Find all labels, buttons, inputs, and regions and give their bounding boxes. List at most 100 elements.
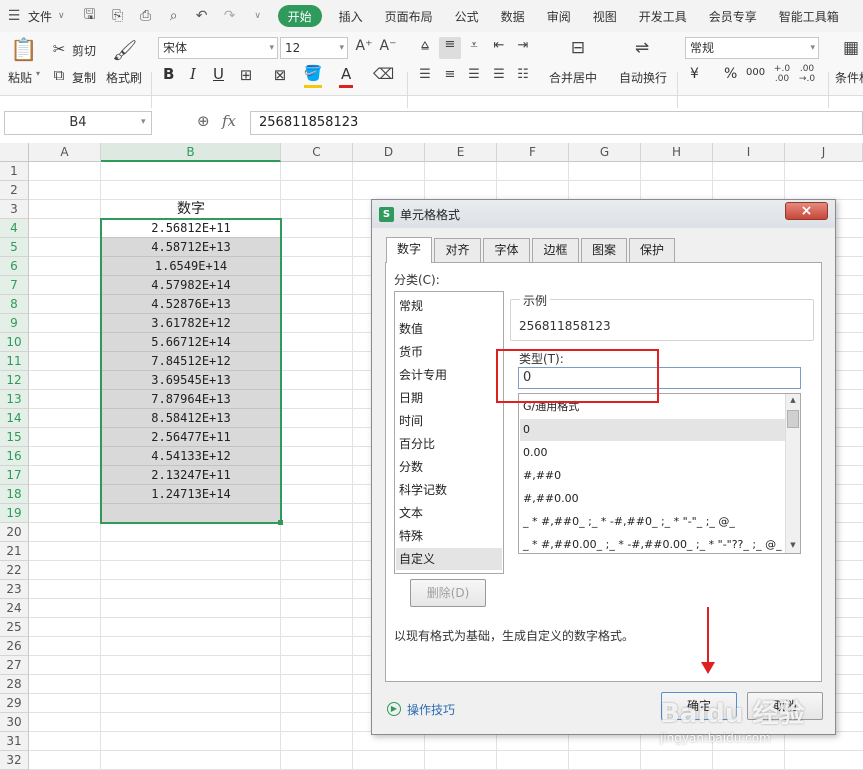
align-middle-icon[interactable]: ≡	[439, 37, 461, 59]
column-header-c[interactable]: C	[281, 143, 353, 162]
category-item[interactable]: 分数	[399, 456, 423, 478]
row-header-16[interactable]: 16	[0, 447, 29, 466]
tab-review[interactable]: 审阅	[536, 0, 582, 32]
decrease-font-icon[interactable]: A⁻	[378, 38, 398, 54]
category-item[interactable]: 会计专用	[399, 364, 447, 386]
copy-button[interactable]: 复制	[72, 69, 96, 86]
currency-button[interactable]: ¥	[690, 66, 699, 82]
name-box[interactable]: B4	[4, 111, 152, 135]
align-bottom-icon[interactable]: ⩡	[465, 38, 483, 53]
file-menu[interactable]: 文件 ∨	[28, 0, 76, 32]
cell-b13[interactable]: 7.87964E+13	[101, 390, 281, 409]
category-item[interactable]: 文本	[399, 502, 423, 524]
format-code-item[interactable]: #,##0	[523, 465, 561, 487]
cell-b17[interactable]: 2.13247E+11	[101, 466, 281, 485]
dialog-title-bar[interactable]: S 单元格格式 ×	[372, 200, 835, 228]
tab-alignment[interactable]: 对齐	[434, 238, 481, 262]
format-painter-button[interactable]: 格式刷	[106, 69, 142, 86]
cell-b9[interactable]: 3.61782E+12	[101, 314, 281, 333]
underline-button[interactable]: U	[213, 65, 224, 83]
cell-b15[interactable]: 2.56477E+11	[101, 428, 281, 447]
row-header-6[interactable]: 6	[0, 257, 29, 276]
format-painter-icon[interactable]: 🖌	[112, 38, 137, 62]
font-size-select[interactable]: 12 ▾	[280, 37, 348, 59]
column-header-g[interactable]: G	[569, 143, 641, 162]
row-header-7[interactable]: 7	[0, 276, 29, 295]
category-item[interactable]: 特殊	[399, 525, 423, 547]
copy-icon[interactable]: ⧉	[51, 66, 67, 84]
align-center-icon[interactable]: ≡	[441, 67, 459, 82]
row-header-13[interactable]: 13	[0, 390, 29, 409]
row-header-12[interactable]: 12	[0, 371, 29, 390]
row-header-19[interactable]: 19	[0, 504, 29, 523]
format-code-item[interactable]: _ * #,##0.00_ ;_ * -#,##0.00_ ;_ * "-"??…	[523, 534, 782, 553]
scroll-down-icon[interactable]: ▼	[787, 541, 799, 549]
align-left-icon[interactable]: ☰	[416, 67, 434, 82]
tab-pattern[interactable]: 图案	[581, 238, 627, 262]
column-header-i[interactable]: I	[713, 143, 785, 162]
category-item[interactable]: 常规	[399, 295, 423, 317]
zoom-search-icon[interactable]: ⊕	[197, 112, 210, 130]
decrease-indent-icon[interactable]: ⇤	[490, 38, 508, 53]
row-header-32[interactable]: 32	[0, 751, 29, 770]
row-header-17[interactable]: 17	[0, 466, 29, 485]
tab-member[interactable]: 会员专享	[698, 0, 768, 32]
auto-wrap-icon[interactable]: ⇌	[630, 38, 654, 58]
merge-center-button[interactable]: 合并居中	[549, 69, 597, 86]
cell-b8[interactable]: 4.52876E+13	[101, 295, 281, 314]
tab-border[interactable]: 边框	[532, 238, 579, 262]
column-header-h[interactable]: H	[641, 143, 713, 162]
select-all-corner[interactable]	[0, 143, 29, 162]
distribute-icon[interactable]: ☷	[514, 67, 532, 82]
eraser-icon[interactable]: ⌫	[373, 65, 394, 83]
auto-wrap-button[interactable]: 自动换行	[619, 69, 667, 86]
bold-button[interactable]: B	[163, 65, 174, 83]
row-header-1[interactable]: 1	[0, 162, 29, 181]
row-header-20[interactable]: 20	[0, 523, 29, 542]
row-header-24[interactable]: 24	[0, 599, 29, 618]
dialog-close-button[interactable]: ×	[785, 202, 828, 220]
italic-button[interactable]: I	[190, 65, 196, 83]
row-header-29[interactable]: 29	[0, 694, 29, 713]
row-header-26[interactable]: 26	[0, 637, 29, 656]
category-item[interactable]: 日期	[399, 387, 423, 409]
row-header-8[interactable]: 8	[0, 295, 29, 314]
undo-icon[interactable]: ↶	[188, 0, 216, 32]
row-header-21[interactable]: 21	[0, 542, 29, 561]
conditional-format-icon[interactable]: ▦	[840, 38, 862, 58]
format-code-item[interactable]: 0	[520, 419, 785, 441]
fill-handle[interactable]	[278, 520, 283, 525]
format-list-scrollbar[interactable]: ▲ ▼	[785, 394, 800, 553]
row-header-9[interactable]: 9	[0, 314, 29, 333]
category-list[interactable]: 常规 数值 货币 会计专用 日期 时间 百分比 分数 科学记数 文本 特殊 自定义	[394, 291, 504, 574]
category-item[interactable]: 科学记数	[399, 479, 447, 501]
border-icon[interactable]: ⊞	[236, 66, 256, 84]
row-header-25[interactable]: 25	[0, 618, 29, 637]
cell-b7[interactable]: 4.57982E+14	[101, 276, 281, 295]
scroll-up-icon[interactable]: ▲	[787, 396, 799, 404]
justify-icon[interactable]: ☰	[490, 67, 508, 82]
row-header-28[interactable]: 28	[0, 675, 29, 694]
tab-smart-toolbox[interactable]: 智能工具箱	[768, 0, 850, 32]
cell-b10[interactable]: 5.66712E+14	[101, 333, 281, 352]
tab-formula[interactable]: 公式	[444, 0, 490, 32]
fill-color-icon[interactable]: 🪣	[303, 64, 323, 82]
tab-developer[interactable]: 开发工具	[628, 0, 698, 32]
tab-number[interactable]: 数字	[386, 237, 432, 263]
cell-b11[interactable]: 7.84512E+12	[101, 352, 281, 371]
cell-b5[interactable]: 4.58712E+13	[101, 238, 281, 257]
cut-button[interactable]: 剪切	[72, 42, 96, 59]
column-header-e[interactable]: E	[425, 143, 497, 162]
hamburger-menu-icon[interactable]: ☰	[0, 0, 28, 32]
category-item[interactable]: 时间	[399, 410, 423, 432]
format-code-list[interactable]: G/通用格式 0 0.00 #,##0 #,##0.00 _ * #,##0_ ;_ * …	[518, 393, 801, 554]
print-preview-icon[interactable]: ⌕	[160, 0, 188, 32]
format-code-item[interactable]: #,##0.00	[523, 488, 579, 510]
cell-b14[interactable]: 8.58412E+13	[101, 409, 281, 428]
formula-input[interactable]: 256811858123	[250, 111, 863, 135]
tab-font[interactable]: 字体	[483, 238, 530, 262]
increase-font-icon[interactable]: A⁺	[354, 38, 374, 54]
cell-b3-header[interactable]: 数字	[101, 200, 281, 219]
tab-start[interactable]: 开始	[277, 5, 322, 27]
save-icon[interactable]: 🖫	[76, 0, 104, 32]
